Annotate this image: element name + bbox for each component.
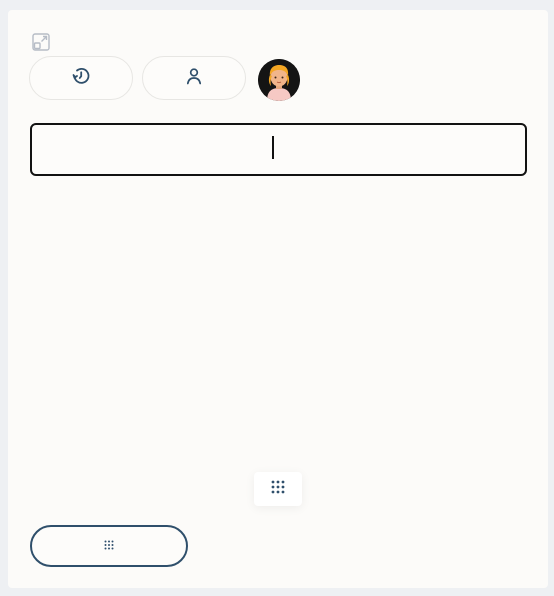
drag-handle[interactable] <box>254 472 302 506</box>
history-icon <box>70 65 92 92</box>
history-button[interactable] <box>29 56 133 100</box>
avatar[interactable] <box>258 59 300 101</box>
expand-window-icon[interactable] <box>31 32 51 52</box>
user-icon <box>184 66 204 91</box>
main-panel <box>8 10 548 588</box>
grid-dots-icon <box>271 480 285 499</box>
grid-menu-button[interactable] <box>30 525 188 567</box>
profile-button[interactable] <box>142 56 246 100</box>
grid-dots-icon <box>104 537 114 555</box>
text-input[interactable] <box>30 123 527 176</box>
